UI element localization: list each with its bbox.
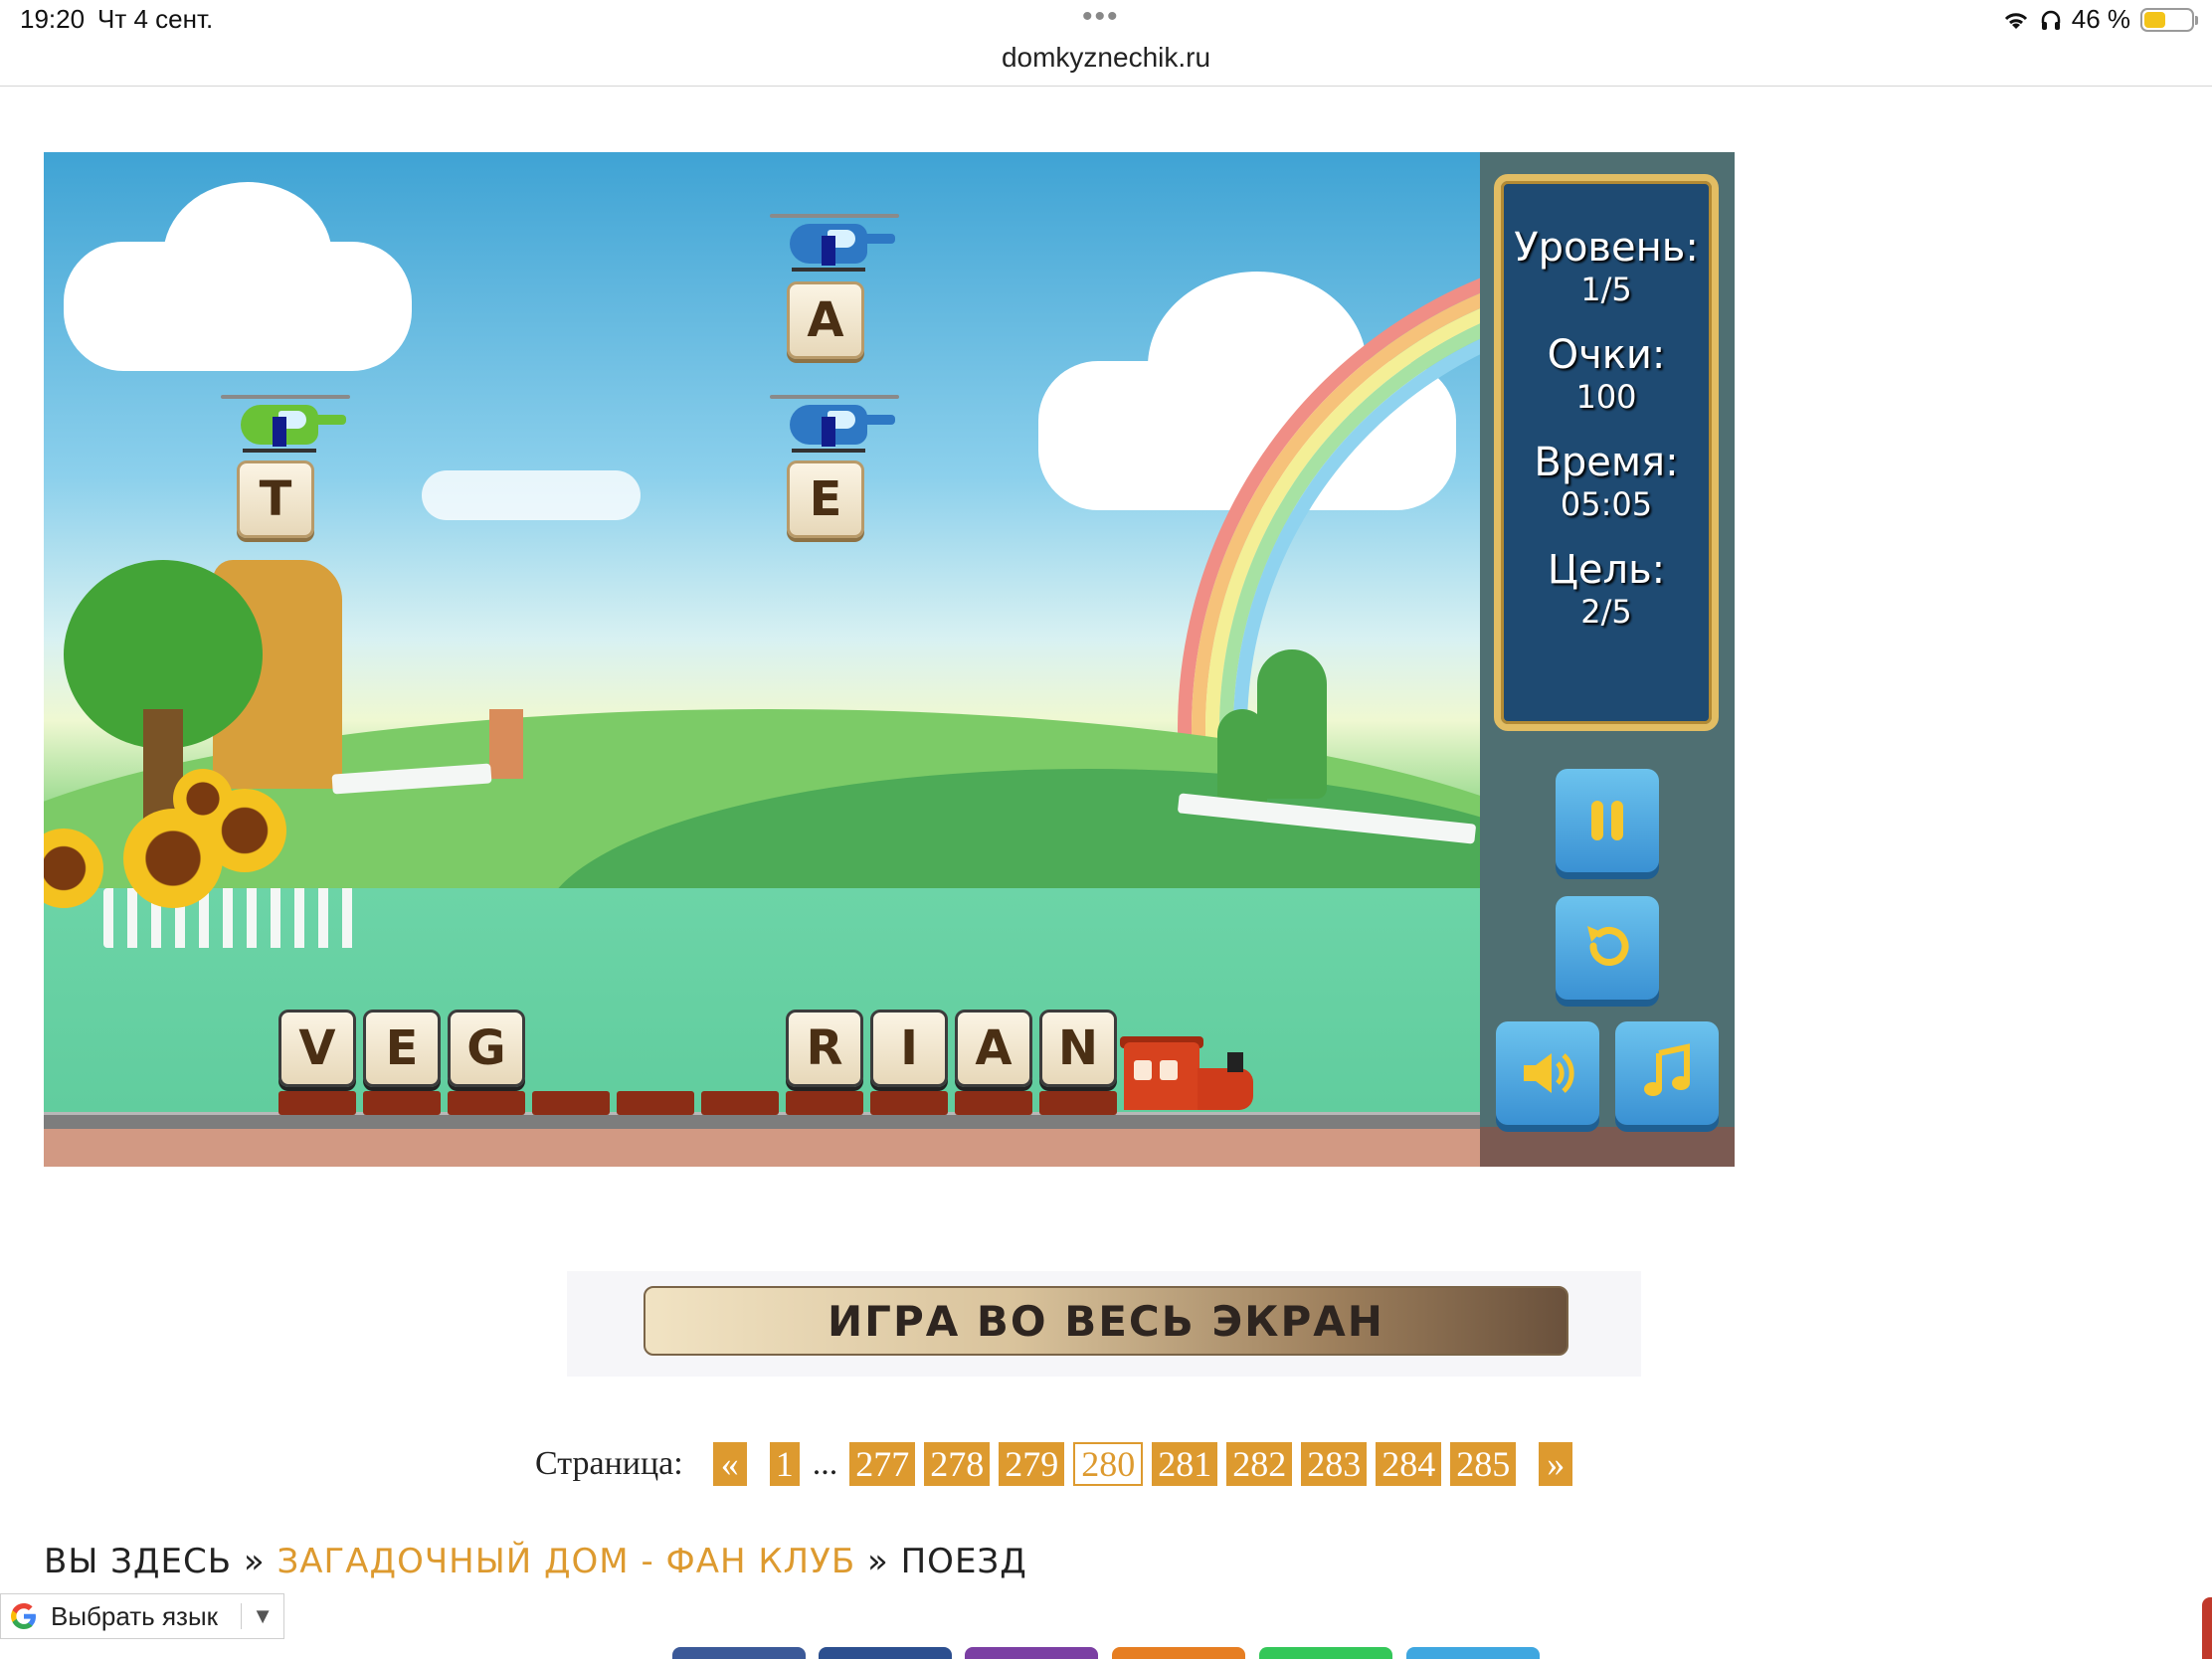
sunflower [173, 769, 233, 829]
share-button-viber[interactable] [965, 1647, 1098, 1659]
train-wagon [955, 1091, 1032, 1115]
train-letter-tile[interactable]: A [955, 1010, 1032, 1087]
language-select-label: Выбрать язык [51, 1600, 219, 1631]
train-wagon [786, 1091, 863, 1115]
level-value: 1/5 [1580, 271, 1632, 308]
page-next[interactable]: » [1539, 1442, 1573, 1486]
train-wagon [363, 1091, 441, 1115]
ground [44, 1127, 1480, 1167]
page-link[interactable]: 278 [924, 1442, 991, 1486]
windmill [489, 709, 523, 779]
goal-label: Цель: [1547, 547, 1666, 593]
more-dots-icon[interactable]: ••• [1082, 0, 1120, 34]
locomotive [1120, 1036, 1253, 1122]
pause-icon [1591, 801, 1623, 840]
share-button-facebook[interactable] [819, 1647, 952, 1659]
page-current: 280 [1073, 1442, 1144, 1486]
music-note-icon [1644, 1043, 1690, 1096]
restart-button[interactable] [1556, 896, 1659, 1000]
time-label: Время: [1534, 440, 1679, 485]
goal-value: 2/5 [1580, 593, 1632, 631]
train-wagon [278, 1091, 356, 1115]
cloud [422, 470, 641, 520]
page-link[interactable]: 277 [849, 1442, 916, 1486]
share-button-telegram[interactable] [1406, 1647, 1540, 1659]
panel-base [1480, 1127, 1735, 1167]
score-label: Очки: [1547, 332, 1666, 378]
fullscreen-button[interactable]: ИГРА ВО ВЕСЬ ЭКРАН [644, 1286, 1568, 1356]
stats-board: Уровень: 1/5 Очки: 100 Время: 05:05 Цель… [1494, 174, 1719, 731]
pause-button[interactable] [1556, 769, 1659, 872]
page-link[interactable]: 283 [1301, 1442, 1368, 1486]
train-wagon [1039, 1091, 1117, 1115]
letter-tile[interactable]: E [787, 461, 864, 538]
pagination: Страница: « 1 ... 277 278 279 280 281 28… [535, 1442, 1581, 1486]
sound-button[interactable] [1496, 1021, 1599, 1125]
game-canvas[interactable]: T A E V E G R I A N Уровень: 1/5 Очки: 1 [44, 152, 1735, 1167]
train-wagon [617, 1091, 694, 1115]
page-link[interactable]: 1 [769, 1442, 800, 1486]
restart-icon [1587, 926, 1629, 966]
breadcrumb-prefix: ВЫ ЗДЕСЬ [44, 1542, 233, 1581]
breadcrumb-separator: » [866, 1542, 889, 1581]
cloud [64, 182, 412, 371]
share-button-whatsapp[interactable] [1259, 1647, 1392, 1659]
breadcrumb-current: ПОЕЗД [900, 1542, 1027, 1581]
page-link[interactable]: 284 [1376, 1442, 1442, 1486]
page-prev[interactable]: « [712, 1442, 747, 1486]
page-link[interactable]: 279 [999, 1442, 1065, 1486]
train-letter-tile[interactable]: G [448, 1010, 525, 1087]
helicopter-blue [770, 391, 899, 461]
address-bar-url[interactable]: domkyznechik.ru [0, 42, 2212, 74]
level-label: Уровень: [1514, 225, 1699, 271]
battery-icon [2140, 7, 2198, 32]
tree [1257, 649, 1327, 799]
clock: 19:20 [20, 4, 86, 34]
train-wagon [448, 1091, 525, 1115]
wifi-icon [2004, 12, 2027, 29]
train-letter-tile[interactable]: E [363, 1010, 441, 1087]
side-tab[interactable] [2202, 1597, 2212, 1659]
train-wagon [532, 1091, 610, 1115]
browser-status-bar: 19:20 Чт 4 сент. ••• domkyznechik.ru 46 … [0, 0, 2212, 87]
helicopter-blue [770, 210, 899, 279]
page-link[interactable]: 281 [1152, 1442, 1218, 1486]
language-select[interactable]: Выбрать язык ▼ [0, 1593, 284, 1639]
battery-percent: 46 % [2071, 4, 2130, 34]
date: Чт 4 сент. [97, 4, 214, 34]
pagination-ellipsis: ... [812, 1445, 838, 1482]
letter-tile[interactable]: T [237, 461, 314, 538]
music-button[interactable] [1615, 1021, 1719, 1125]
breadcrumb-link[interactable]: ЗАГАДОЧНЫЙ ДОМ - ФАН КЛУБ [276, 1542, 855, 1581]
game-scene[interactable]: T A E V E G R I A N [44, 152, 1480, 1167]
share-button-vk[interactable] [672, 1647, 806, 1659]
train-wagon [701, 1091, 779, 1115]
chevron-down-icon: ▼ [241, 1603, 274, 1629]
time-value: 05:05 [1560, 485, 1653, 523]
train-letter-tile[interactable]: I [870, 1010, 948, 1087]
speaker-icon [1524, 1053, 1574, 1093]
score-value: 100 [1575, 378, 1637, 416]
google-icon [11, 1603, 36, 1629]
breadcrumb-separator: » [243, 1542, 266, 1581]
page-link[interactable]: 285 [1450, 1442, 1517, 1486]
train-letter-tile[interactable]: N [1039, 1010, 1117, 1087]
page-link[interactable]: 282 [1226, 1442, 1293, 1486]
helicopter-green [221, 391, 350, 461]
train-wagon [870, 1091, 948, 1115]
pagination-label: Страница: [535, 1445, 683, 1482]
share-button-ok[interactable] [1112, 1647, 1245, 1659]
headphones-icon [2041, 10, 2060, 30]
train-letter-tile[interactable]: R [786, 1010, 863, 1087]
breadcrumb: ВЫ ЗДЕСЬ » ЗАГАДОЧНЫЙ ДОМ - ФАН КЛУБ » П… [44, 1542, 1027, 1581]
letter-tile[interactable]: A [787, 281, 864, 359]
train-letter-tile[interactable]: V [278, 1010, 356, 1087]
status-icons: 46 % [2002, 4, 2198, 35]
